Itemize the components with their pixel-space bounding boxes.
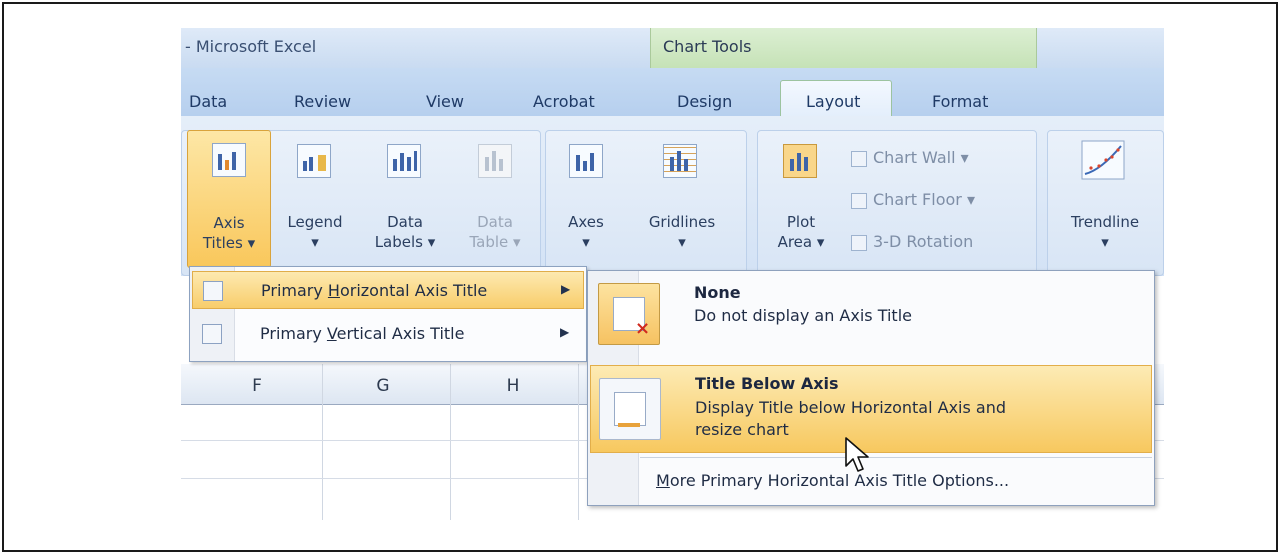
legend-button[interactable]: Legend ▾	[275, 134, 355, 264]
axes-button[interactable]: Axes ▾	[551, 134, 621, 264]
column-header-g[interactable]: G	[363, 376, 403, 396]
column-divider	[578, 364, 579, 520]
rotation-button[interactable]: 3-D Rotation	[851, 232, 973, 251]
axes-icon	[569, 144, 603, 178]
axes-label-1: Axes	[568, 213, 604, 231]
data-table-label-1: Data	[477, 213, 513, 231]
legend-icon	[297, 144, 331, 178]
option-description-line2: resize chart	[695, 420, 789, 439]
plot-area-button[interactable]: Plot Area ▾	[763, 134, 839, 264]
menu-item-label: Primary Vertical Axis Title	[260, 324, 465, 343]
option-title: None	[694, 283, 741, 302]
horizontal-axis-title-icon	[203, 281, 223, 301]
title-below-axis-icon	[599, 378, 661, 440]
chart-wall-icon	[851, 150, 867, 167]
data-table-icon	[478, 144, 512, 178]
trendline-icon	[1081, 140, 1125, 180]
data-labels-icon	[387, 144, 421, 178]
excel-window: - Microsoft Excel Chart Tools Data Revie…	[181, 28, 1164, 520]
axis-titles-menu: Primary Horizontal Axis Title ▶ Primary …	[189, 266, 587, 362]
axes-label-2: ▾	[582, 233, 590, 251]
menu-item-primary-vertical-axis-title[interactable]: Primary Vertical Axis Title ▶	[192, 315, 584, 353]
data-labels-label-1: Data	[387, 213, 423, 231]
window-title: - Microsoft Excel	[185, 37, 317, 56]
chart-wall-button[interactable]: Chart Wall ▾	[851, 148, 969, 167]
menu-item-label: Primary Horizontal Axis Title	[261, 281, 488, 300]
mouse-pointer-icon	[844, 436, 872, 476]
axis-titles-label-2: Titles ▾	[202, 234, 256, 252]
submenu-arrow-icon: ▶	[560, 325, 570, 339]
trendline-label-1: Trendline	[1070, 213, 1140, 231]
option-title: Title Below Axis	[695, 374, 839, 393]
plot-area-label-1: Plot	[786, 213, 816, 231]
gridlines-label-2: ▾	[678, 233, 686, 251]
submenu-arrow-icon: ▶	[561, 282, 571, 296]
option-none[interactable]: × None Do not display an Axis Title	[590, 273, 1152, 363]
tab-layout[interactable]: Layout	[806, 92, 860, 111]
option-description: Do not display an Axis Title	[694, 306, 912, 325]
red-x-icon: ×	[635, 318, 651, 339]
menu-item-primary-horizontal-axis-title[interactable]: Primary Horizontal Axis Title ▶	[192, 271, 584, 309]
plot-area-icon	[783, 144, 817, 178]
trendline-button[interactable]: Trendline ▾	[1051, 134, 1159, 264]
menu-separator	[640, 457, 1152, 458]
tab-design[interactable]: Design	[677, 92, 732, 111]
chart-floor-label: Chart Floor ▾	[873, 190, 975, 209]
tab-data[interactable]: Data	[189, 92, 227, 111]
axis-titles-button[interactable]: Axis Titles ▾	[187, 130, 271, 268]
column-divider	[322, 364, 323, 520]
tab-view[interactable]: View	[426, 92, 464, 111]
column-header-h[interactable]: H	[493, 376, 533, 396]
gridlines-label-1: Gridlines	[648, 213, 716, 231]
tab-format[interactable]: Format	[932, 92, 988, 111]
tab-acrobat[interactable]: Acrobat	[533, 92, 595, 111]
more-axis-title-options[interactable]: More Primary Horizontal Axis Title Optio…	[656, 471, 1009, 490]
data-table-button[interactable]: Data Table ▾	[453, 134, 537, 264]
gridlines-icon	[663, 144, 697, 178]
vertical-axis-title-icon	[202, 324, 222, 344]
option-description: Display Title below Horizontal Axis and	[695, 398, 1007, 417]
plot-area-label-2: Area ▾	[777, 233, 825, 251]
screenshot-frame: - Microsoft Excel Chart Tools Data Revie…	[2, 2, 1278, 552]
tab-review[interactable]: Review	[294, 92, 351, 111]
rotation-cube-icon	[851, 234, 867, 251]
rotation-label: 3-D Rotation	[873, 232, 974, 251]
column-header-f[interactable]: F	[237, 376, 277, 396]
chart-wall-label: Chart Wall ▾	[873, 148, 969, 167]
axis-titles-icon	[212, 143, 246, 177]
data-labels-label-2: Labels ▾	[374, 233, 436, 251]
no-axis-title-icon: ×	[598, 283, 660, 345]
legend-label-1: Legend	[287, 213, 343, 231]
chart-floor-button[interactable]: Chart Floor ▾	[851, 190, 975, 209]
legend-label-2: ▾	[311, 233, 319, 251]
column-divider	[450, 364, 451, 520]
title-bar-mark	[618, 423, 640, 427]
data-labels-button[interactable]: Data Labels ▾	[359, 134, 451, 264]
data-table-label-2: Table ▾	[469, 233, 521, 251]
trendline-label-2: ▾	[1101, 233, 1109, 251]
chart-floor-icon	[851, 192, 867, 209]
chart-tools-label: Chart Tools	[663, 37, 752, 56]
axis-titles-label-1: Axis	[213, 214, 245, 232]
gridlines-button[interactable]: Gridlines ▾	[627, 134, 737, 264]
